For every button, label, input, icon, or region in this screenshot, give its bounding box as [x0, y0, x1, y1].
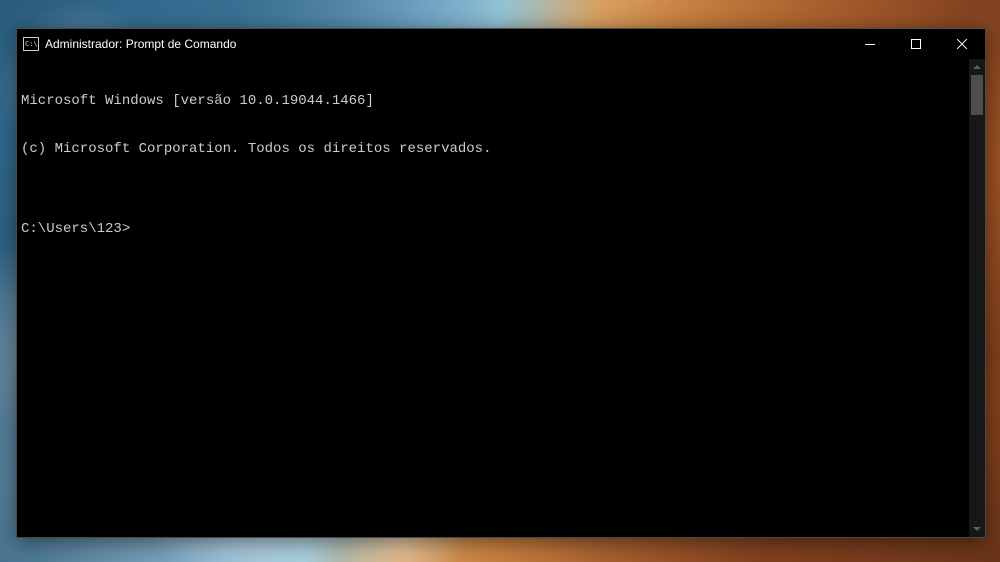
scroll-up-arrow[interactable]: [969, 59, 985, 75]
scroll-down-arrow[interactable]: [969, 521, 985, 537]
terminal-line: (c) Microsoft Corporation. Todos os dire…: [21, 141, 965, 157]
chevron-up-icon: [973, 65, 981, 69]
close-icon: [956, 38, 968, 50]
vertical-scrollbar[interactable]: [969, 59, 985, 537]
terminal-body: Microsoft Windows [versão 10.0.19044.146…: [17, 59, 985, 537]
window-title: Administrador: Prompt de Comando: [45, 37, 236, 51]
minimize-icon: [865, 44, 875, 45]
terminal-cursor: [130, 221, 138, 235]
window-controls: [847, 29, 985, 59]
titlebar-left: C:\ Administrador: Prompt de Comando: [17, 37, 236, 51]
chevron-down-icon: [973, 527, 981, 531]
window-titlebar[interactable]: C:\ Administrador: Prompt de Comando: [17, 29, 985, 59]
terminal-content[interactable]: Microsoft Windows [versão 10.0.19044.146…: [17, 59, 969, 537]
minimize-button[interactable]: [847, 29, 893, 59]
scroll-thumb[interactable]: [971, 75, 983, 115]
scroll-track[interactable]: [969, 75, 985, 521]
terminal-line: Microsoft Windows [versão 10.0.19044.146…: [21, 93, 965, 109]
cmd-icon: C:\: [23, 37, 39, 51]
command-prompt-window: C:\ Administrador: Prompt de Comando Mic…: [16, 28, 986, 538]
terminal-prompt: C:\Users\123>: [21, 221, 130, 237]
maximize-icon: [911, 39, 921, 49]
maximize-button[interactable]: [893, 29, 939, 59]
close-button[interactable]: [939, 29, 985, 59]
terminal-prompt-line: C:\Users\123>: [21, 221, 965, 237]
